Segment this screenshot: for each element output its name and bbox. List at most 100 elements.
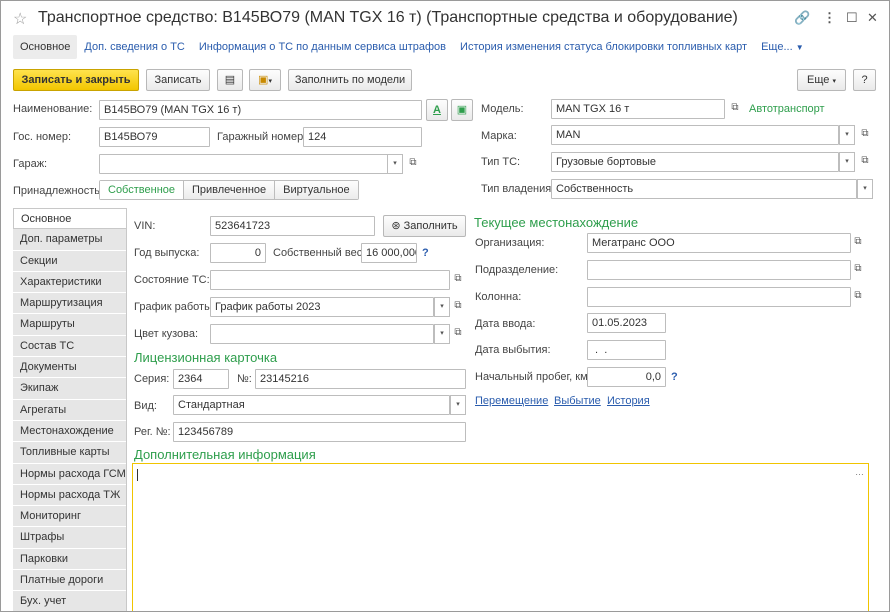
- garage-number-field[interactable]: 124: [303, 127, 422, 147]
- open-icon[interactable]: ⧉: [850, 233, 866, 253]
- ellipsis-icon[interactable]: …: [855, 467, 864, 477]
- favorite-star-icon[interactable]: ☆: [13, 9, 27, 29]
- state-field[interactable]: [210, 270, 450, 290]
- open-icon[interactable]: ⧉: [727, 99, 743, 119]
- brand-dropdown[interactable]: ▾: [839, 125, 855, 145]
- disposal-link[interactable]: Выбытие: [554, 395, 601, 407]
- kind-dropdown[interactable]: ▾: [450, 395, 466, 415]
- color-field[interactable]: [210, 324, 434, 344]
- sidebar-item-params[interactable]: Доп. параметры: [13, 229, 126, 251]
- open-icon[interactable]: ⧉: [857, 152, 873, 172]
- sidebar-item-fuel-norms[interactable]: Нормы расхода ГСМ: [13, 463, 126, 485]
- garage-label: Гараж:: [13, 158, 48, 170]
- sidebar-item-fluid-norms[interactable]: Нормы расхода ТЖ: [13, 484, 126, 507]
- belong-own[interactable]: Собственное: [100, 181, 184, 199]
- open-icon[interactable]: ⧉: [450, 270, 466, 290]
- weight-field[interactable]: 16 000,000: [361, 243, 417, 263]
- sidebar-item-main[interactable]: Основное: [13, 208, 126, 230]
- sidebar: Основное Доп. параметры Секции Характери…: [13, 208, 126, 611]
- type-dropdown[interactable]: ▾: [839, 152, 855, 172]
- ownership-field[interactable]: Собственность: [551, 179, 857, 199]
- sidebar-item-location[interactable]: Местонахождение: [13, 420, 126, 443]
- garage-field[interactable]: [99, 154, 403, 174]
- sidebar-item-composition[interactable]: Состав ТС: [13, 335, 126, 358]
- year-field[interactable]: 0: [210, 243, 266, 263]
- brand-field[interactable]: MAN: [551, 125, 839, 145]
- color-dropdown[interactable]: ▾: [434, 324, 450, 344]
- sidebar-item-fuel-cards[interactable]: Топливные карты: [13, 442, 126, 464]
- sidebar-item-monitoring[interactable]: Мониторинг: [13, 506, 126, 528]
- fill-by-model-button[interactable]: Заполнить по модели: [288, 69, 412, 91]
- open-icon[interactable]: ⧉: [850, 260, 866, 280]
- kind-field[interactable]: Стандартная: [173, 395, 450, 415]
- location-title: Текущее местонахождение: [474, 215, 639, 230]
- model-label: Модель:: [481, 103, 524, 115]
- date-out-field[interactable]: . .: [587, 340, 666, 360]
- column-field[interactable]: [587, 287, 851, 307]
- tab-fines-info[interactable]: Информация о ТС по данным сервиса штрафо…: [192, 35, 453, 59]
- series-field[interactable]: 2364: [173, 369, 229, 389]
- sidebar-item-fines[interactable]: Штрафы: [13, 527, 126, 549]
- fill-vin-button[interactable]: ⊛ Заполнить: [383, 215, 466, 237]
- name-label: Наименование:: [13, 103, 93, 115]
- tab-main[interactable]: Основное: [13, 35, 78, 59]
- maximize-icon[interactable]: ☐: [846, 10, 858, 26]
- open-icon[interactable]: ⧉: [450, 324, 466, 344]
- print-button[interactable]: ▣▾: [249, 69, 281, 91]
- save-button[interactable]: Записать: [146, 69, 210, 91]
- close-icon[interactable]: ✕: [867, 10, 878, 26]
- model-field[interactable]: MAN TGX 16 т: [551, 99, 725, 119]
- sidebar-item-routes[interactable]: Маршруты: [13, 314, 126, 336]
- report-button[interactable]: ▤: [217, 69, 243, 91]
- reg-number-field[interactable]: 123456789: [173, 422, 466, 442]
- link-icon[interactable]: 🔗: [794, 10, 810, 26]
- help-button[interactable]: ?: [853, 69, 876, 91]
- weight-help-icon[interactable]: ?: [422, 247, 429, 259]
- model-kind: Автотранспорт: [749, 103, 825, 115]
- tab-fuel-card-history[interactable]: История изменения статуса блокировки топ…: [453, 35, 754, 59]
- date-in-field[interactable]: 01.05.2023: [587, 313, 666, 333]
- schedule-dropdown[interactable]: ▾: [434, 297, 450, 317]
- more-button[interactable]: Еще ▾: [797, 69, 846, 91]
- text-format-icon[interactable]: A: [426, 99, 448, 121]
- license-number-field[interactable]: 23145216: [255, 369, 466, 389]
- type-field[interactable]: Грузовые бортовые: [551, 152, 839, 172]
- color-label: Цвет кузова:: [134, 328, 199, 340]
- vin-field[interactable]: 523641723: [210, 216, 375, 236]
- sidebar-item-toll-roads[interactable]: Платные дороги: [13, 570, 126, 592]
- sidebar-item-characteristics[interactable]: Характеристики: [13, 271, 126, 294]
- org-field[interactable]: Мегатранс ООО: [587, 233, 851, 253]
- more-vert-icon[interactable]: ⋮: [823, 10, 836, 26]
- transfer-link[interactable]: Перемещение: [475, 395, 548, 407]
- tab-extra-info[interactable]: Доп. сведения о ТС: [77, 35, 191, 59]
- tab-more[interactable]: Еще... ▼: [754, 35, 811, 59]
- extra-info-textarea[interactable]: …: [132, 463, 869, 611]
- date-out-label: Дата выбытия:: [475, 344, 551, 356]
- sidebar-item-parking[interactable]: Парковки: [13, 548, 126, 571]
- belong-virtual[interactable]: Виртуальное: [275, 181, 358, 199]
- garage-dropdown[interactable]: ▾: [387, 154, 403, 174]
- dept-field[interactable]: [587, 260, 851, 280]
- stamp-icon[interactable]: ▣: [451, 99, 473, 121]
- sidebar-item-routing[interactable]: Маршрутизация: [13, 293, 126, 315]
- save-close-button[interactable]: Записать и закрыть: [13, 69, 139, 91]
- sidebar-item-documents[interactable]: Документы: [13, 357, 126, 379]
- sidebar-item-crew[interactable]: Экипаж: [13, 378, 126, 400]
- mileage-help-icon[interactable]: ?: [671, 371, 678, 383]
- open-icon[interactable]: ⧉: [857, 125, 873, 145]
- ownership-dropdown[interactable]: ▾: [857, 179, 873, 199]
- sidebar-item-sections[interactable]: Секции: [13, 250, 126, 272]
- type-label: Тип ТС:: [481, 156, 521, 168]
- schedule-field[interactable]: График работы 2023: [210, 297, 434, 317]
- kind-label: Вид:: [134, 400, 157, 412]
- history-link[interactable]: История: [607, 395, 650, 407]
- open-icon[interactable]: ⧉: [405, 154, 421, 174]
- open-icon[interactable]: ⧉: [450, 297, 466, 317]
- belong-attracted[interactable]: Привлеченное: [184, 181, 276, 199]
- sidebar-item-accounting[interactable]: Бух. учет: [13, 591, 126, 611]
- gos-number-field[interactable]: В145ВО79: [99, 127, 210, 147]
- sidebar-item-units[interactable]: Агрегаты: [13, 399, 126, 421]
- name-field[interactable]: В145ВО79 (MAN TGX 16 т): [99, 100, 422, 120]
- mileage-field[interactable]: 0,0: [587, 367, 666, 387]
- open-icon[interactable]: ⧉: [850, 287, 866, 307]
